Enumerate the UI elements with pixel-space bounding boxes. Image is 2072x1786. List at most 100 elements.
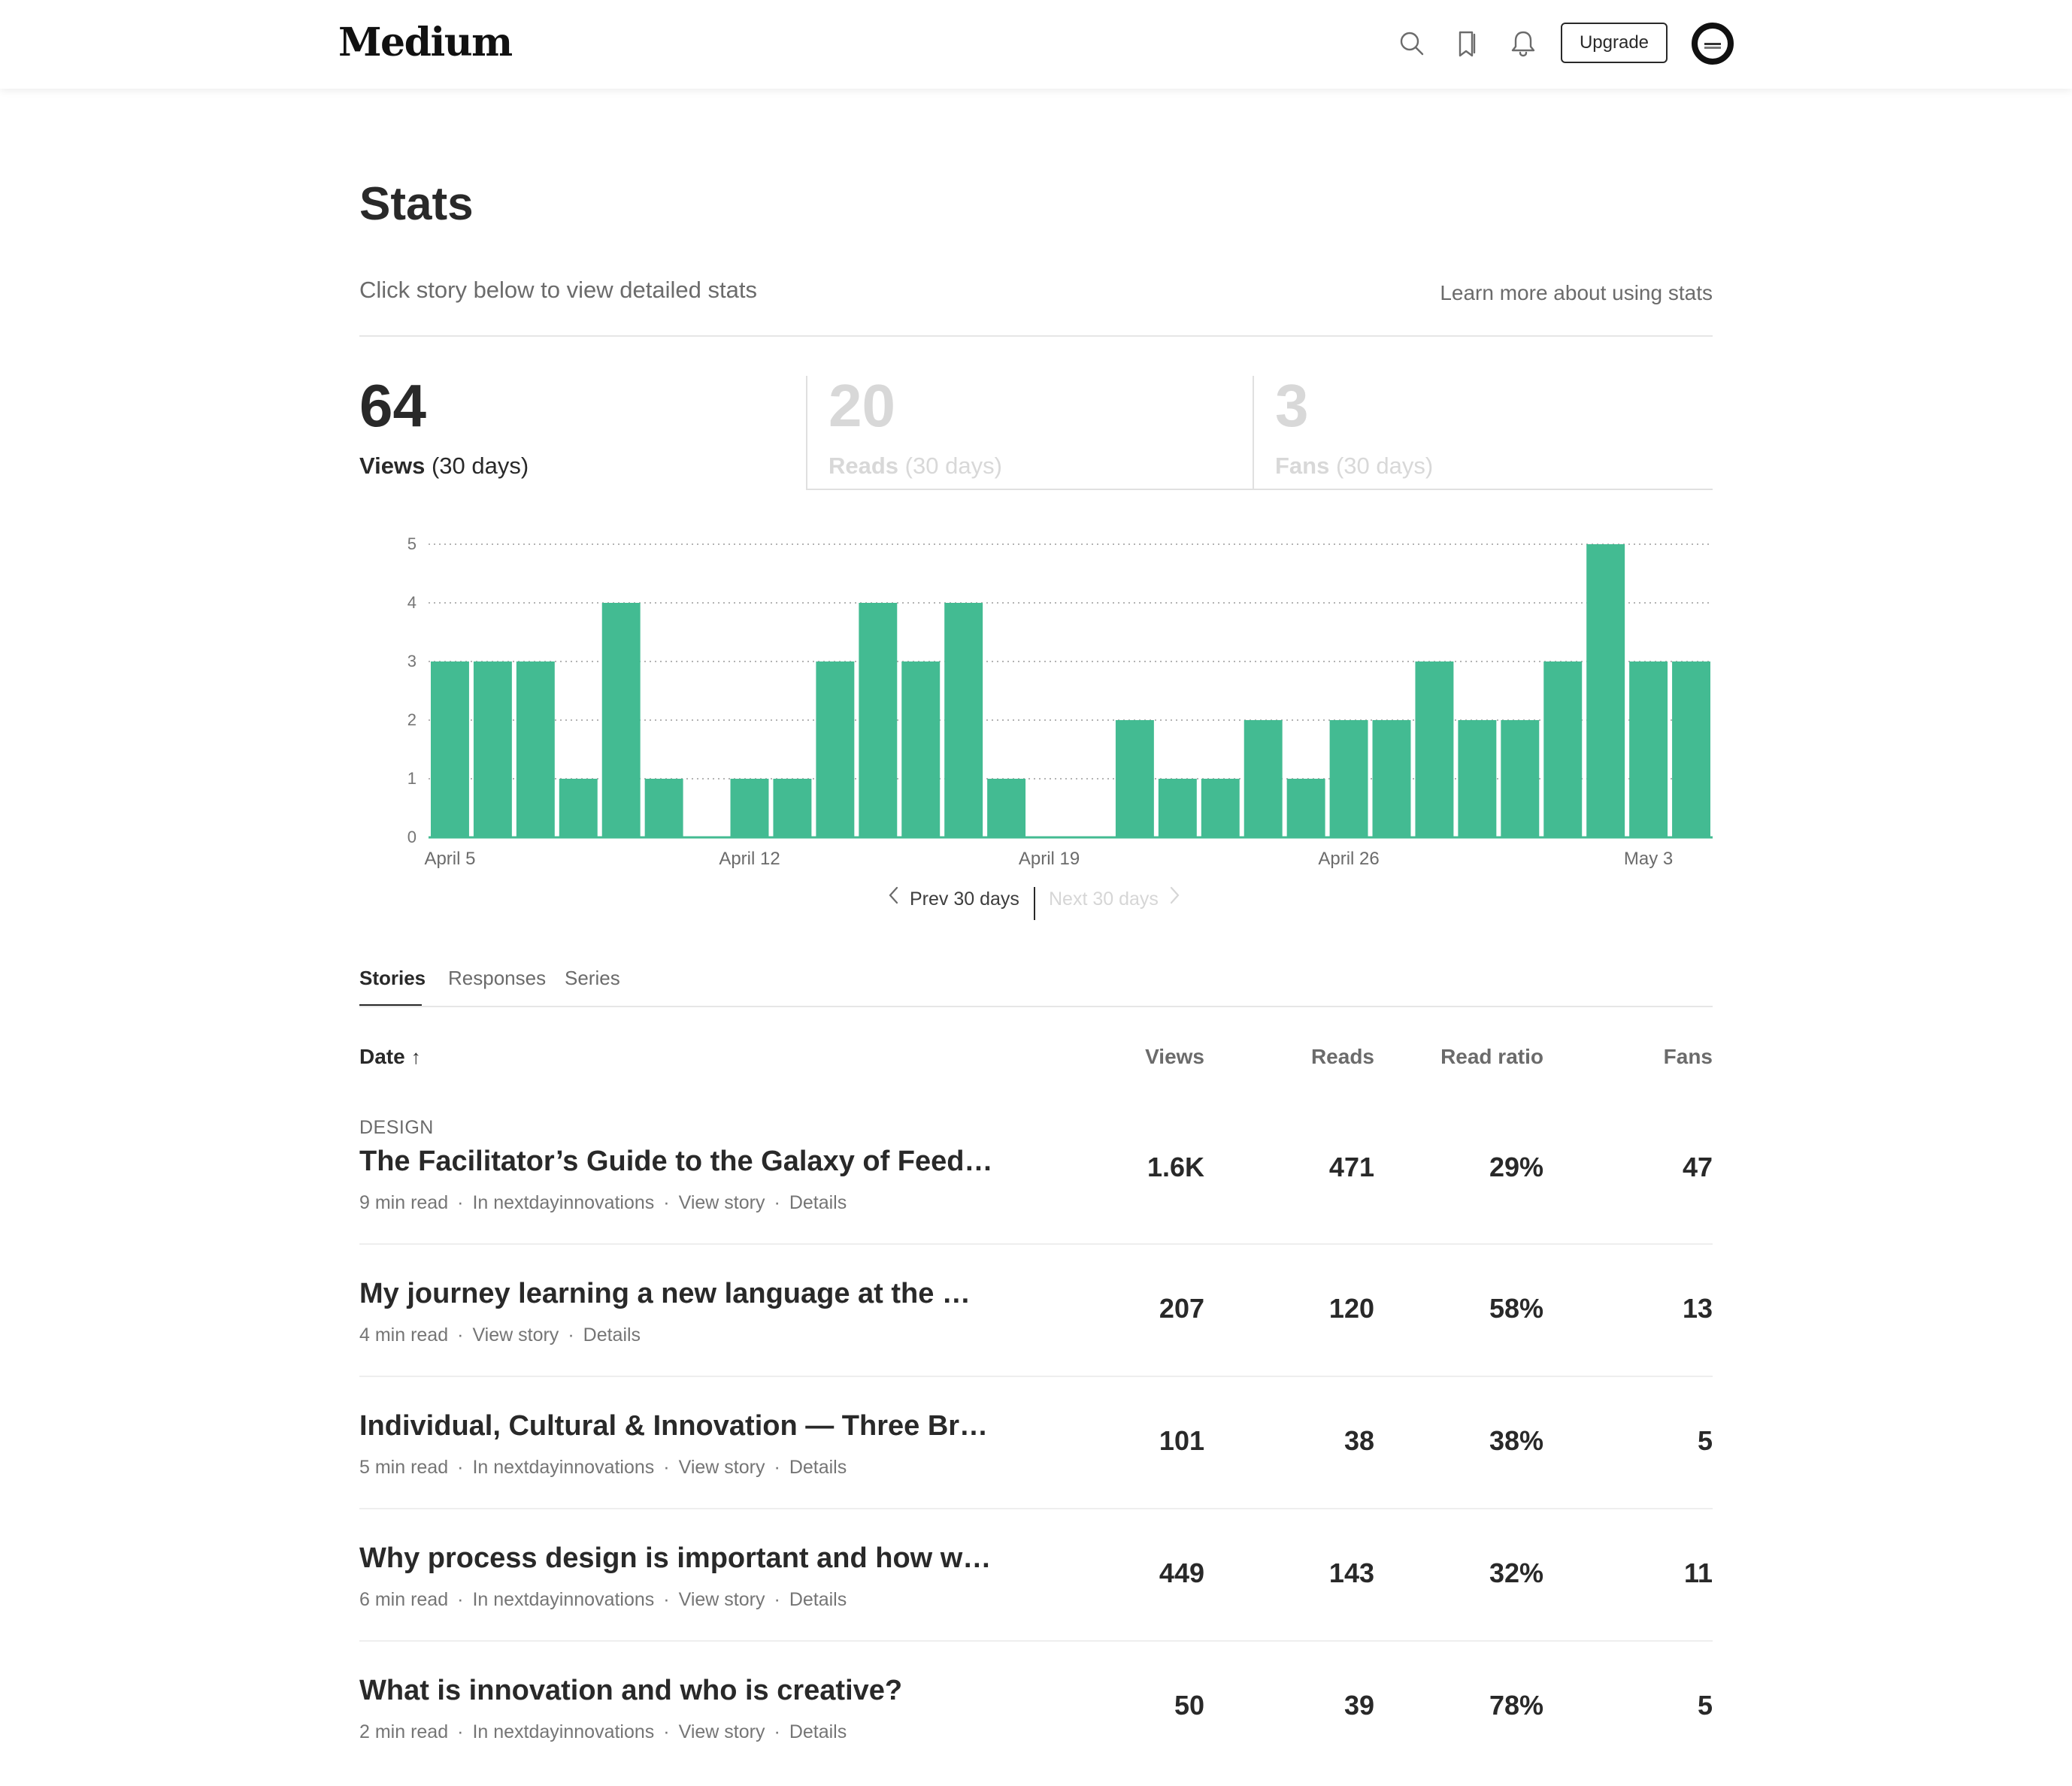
bar xyxy=(1115,720,1154,837)
tab-stories[interactable]: Stories xyxy=(359,967,426,990)
table-row[interactable]: Individual, Cultural & Innovation — Thre… xyxy=(359,1382,1713,1514)
bar xyxy=(1286,779,1325,837)
bar xyxy=(816,661,855,837)
y-tick-label: 2 xyxy=(407,710,417,729)
top-navigation-bar: Medium Upgrade xyxy=(0,0,2072,89)
bar xyxy=(1372,720,1411,837)
x-tick-label: May 3 xyxy=(1624,849,1673,869)
story-meta: 2 min read · In nextdayinnovations · View st… xyxy=(359,1721,847,1742)
table-row[interactable]: What is innovation and who is creative? … xyxy=(359,1646,1713,1778)
arrow-up-icon: ↑ xyxy=(410,1046,421,1068)
reads-value: 39 xyxy=(1343,1690,1374,1721)
views-label: Views xyxy=(359,453,426,479)
view-story-link[interactable]: View story xyxy=(679,1721,765,1742)
learn-more-link[interactable]: Learn more about using stats xyxy=(1440,281,1713,305)
row-divider xyxy=(359,1243,1713,1245)
story-title[interactable]: The Facilitator’s Guide to the Galaxy of… xyxy=(359,1146,993,1178)
y-tick-label: 4 xyxy=(407,593,417,612)
bar xyxy=(859,603,898,837)
x-tick-label: April 19 xyxy=(1019,849,1080,869)
bar xyxy=(987,779,1026,837)
read-ratio-column-header[interactable]: Read ratio xyxy=(1393,1045,1543,1069)
publication-link[interactable]: In nextdayinnovations xyxy=(472,1457,654,1478)
view-story-link[interactable]: View story xyxy=(679,1192,765,1213)
reads-column-header[interactable]: Reads xyxy=(1224,1045,1374,1069)
bar xyxy=(944,603,983,837)
details-link[interactable]: Details xyxy=(583,1324,641,1346)
x-tick-label: April 12 xyxy=(719,849,780,869)
prev-30-days-button[interactable]: Prev 30 days xyxy=(887,885,1019,920)
bar xyxy=(1501,720,1540,837)
view-story-link[interactable]: View story xyxy=(679,1589,765,1610)
x-tick-label: April 26 xyxy=(1318,849,1379,869)
views-column-header[interactable]: Views xyxy=(1054,1045,1204,1069)
reads-count: 20 xyxy=(828,372,895,439)
row-divider xyxy=(359,1640,1713,1642)
fans-count: 3 xyxy=(1275,372,1309,439)
bar xyxy=(901,661,941,837)
medium-logo[interactable]: Medium xyxy=(338,20,513,65)
fans-column-header[interactable]: Fans xyxy=(1562,1045,1713,1069)
table-row[interactable]: DESIGN The Facilitator’s Guide to the Ga… xyxy=(359,1117,1713,1249)
fans-summary-tab[interactable]: 3 Fans (30 days) xyxy=(1253,376,1713,490)
fans-value: 5 xyxy=(1697,1425,1713,1456)
story-title[interactable]: Why process design is important and how … xyxy=(359,1542,991,1575)
story-title[interactable]: My journey learning a new language at th… xyxy=(359,1278,971,1310)
y-tick-label: 3 xyxy=(407,652,417,671)
read-time: 2 min read xyxy=(359,1721,449,1742)
details-link[interactable]: Details xyxy=(789,1721,847,1742)
read-time: 9 min read xyxy=(359,1192,449,1213)
tabs-divider xyxy=(359,1006,1713,1007)
chevron-left-icon xyxy=(887,885,899,910)
views-value: 207 xyxy=(1159,1293,1204,1324)
date-header-label: Date xyxy=(359,1045,405,1068)
publication-link[interactable]: In nextdayinnovations xyxy=(472,1721,654,1742)
story-title[interactable]: What is innovation and who is creative? xyxy=(359,1675,902,1707)
story-title[interactable]: Individual, Cultural & Innovation — Thre… xyxy=(359,1410,988,1442)
tab-series[interactable]: Series xyxy=(565,967,620,990)
reads-period: (30 days) xyxy=(904,453,1002,479)
bar xyxy=(1586,544,1625,837)
bookmark-icon[interactable] xyxy=(1451,27,1484,60)
bar xyxy=(1329,720,1368,837)
details-link[interactable]: Details xyxy=(789,1457,847,1478)
bar xyxy=(773,779,812,837)
story-meta: 6 min read · In nextdayinnovations · View st… xyxy=(359,1589,847,1610)
fans-period: (30 days) xyxy=(1335,453,1434,479)
fans-value: 5 xyxy=(1697,1690,1713,1721)
reads-value: 143 xyxy=(1328,1557,1374,1588)
details-link[interactable]: Details xyxy=(789,1589,847,1610)
bar xyxy=(730,779,769,837)
views-bar-chart: 0 1 2 3 4 5 April 5 April 12 April 19 April 26 May… xyxy=(407,534,1713,869)
chevron-right-icon xyxy=(1169,885,1181,910)
bar xyxy=(1415,661,1454,837)
bar xyxy=(601,603,641,837)
search-icon[interactable] xyxy=(1395,27,1428,60)
bell-icon[interactable] xyxy=(1507,27,1540,60)
bar xyxy=(473,661,512,837)
reads-summary-tab[interactable]: 20 Reads (30 days) xyxy=(806,376,1253,490)
table-row[interactable]: My journey learning a new language at th… xyxy=(359,1249,1713,1382)
table-row[interactable]: Why process design is important and how … xyxy=(359,1514,1713,1646)
read-time: 5 min read xyxy=(359,1457,449,1478)
views-period: (30 days) xyxy=(431,453,529,479)
read-ratio-value: 29% xyxy=(1489,1152,1543,1182)
next-30-days-button: Next 30 days xyxy=(1049,885,1181,920)
story-category: DESIGN xyxy=(359,1117,434,1138)
bar xyxy=(1458,720,1497,837)
bar xyxy=(1629,661,1668,837)
publication-link[interactable]: In nextdayinnovations xyxy=(472,1192,654,1213)
details-link[interactable]: Details xyxy=(789,1192,847,1213)
view-story-link[interactable]: View story xyxy=(472,1324,559,1346)
tab-responses[interactable]: Responses xyxy=(448,967,546,990)
views-summary-tab[interactable]: 64 Views (30 days) xyxy=(359,376,806,490)
story-meta: 9 min read · In nextdayinnovations · View st… xyxy=(359,1192,847,1213)
avatar[interactable] xyxy=(1692,23,1734,65)
page-subtitle: Click story below to view detailed stats xyxy=(359,277,757,303)
date-sort-header[interactable]: Date ↑ xyxy=(359,1045,421,1069)
story-meta: 4 min read · View story · Details xyxy=(359,1324,641,1346)
bar xyxy=(1543,661,1583,837)
view-story-link[interactable]: View story xyxy=(679,1457,765,1478)
upgrade-button[interactable]: Upgrade xyxy=(1561,23,1668,63)
publication-link[interactable]: In nextdayinnovations xyxy=(472,1589,654,1610)
